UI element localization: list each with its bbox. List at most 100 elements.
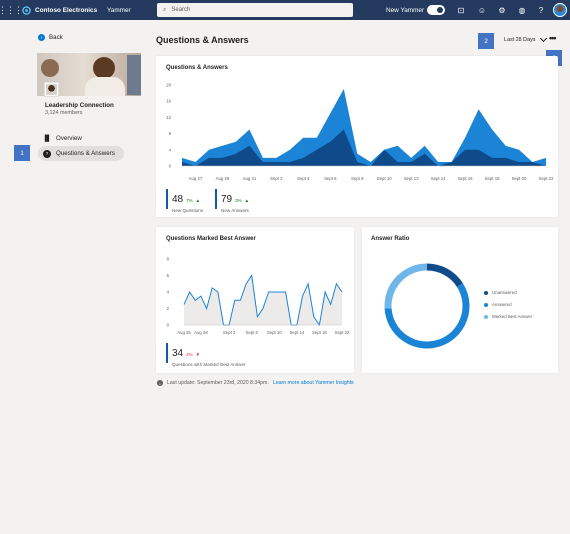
kpi-new-answers: 79 3% ▲ New Answers	[215, 189, 250, 213]
x-tick-label: Aug 25	[177, 330, 191, 335]
x-tick-label: Sept 20	[512, 176, 527, 181]
legend-dot	[484, 302, 488, 307]
donut-slice-answered	[384, 283, 470, 349]
globe-icon[interactable]: ◍	[516, 4, 528, 16]
kpi-label: New Answers	[221, 208, 249, 213]
group-name: Leadership Connection	[45, 102, 114, 109]
x-tick-label: Aug 28	[194, 330, 208, 335]
x-tick-label: Sept 12	[404, 176, 419, 181]
more-options-button[interactable]: •••	[549, 33, 557, 43]
y-tick-label: 4	[167, 290, 170, 295]
kpi-best-answers: 34 2% ▼ Questions with Marked Best Answer	[166, 343, 246, 367]
legend-marked-best: Marked Best Answer	[484, 314, 532, 319]
legend-unanswered: Unanswered	[484, 290, 517, 295]
footer: i Last update: September 23rd, 2020 8:34…	[157, 380, 354, 386]
contoso-logo-icon	[22, 5, 31, 15]
settings-icon[interactable]: ⚙	[496, 4, 508, 16]
y-tick-label: 4	[169, 147, 172, 152]
x-tick-label: Sept 2	[223, 330, 236, 335]
back-link[interactable]: ‹ Back	[38, 34, 63, 41]
x-tick-label: Sept 22	[335, 330, 350, 335]
x-tick-label: Sept 14	[289, 330, 304, 335]
brand-logo[interactable]: Contoso Electronics	[22, 0, 97, 20]
y-tick-label: 0	[169, 164, 172, 169]
legend-label: Unanswered	[492, 290, 517, 295]
nav-questions-answers[interactable]: ? Questions & Answers	[38, 146, 124, 161]
donut-slice-unanswered	[426, 263, 463, 288]
date-range-dropdown[interactable]: Last 28 Days	[504, 34, 548, 43]
y-tick-label: 8	[167, 257, 170, 262]
search-input[interactable]: Search	[171, 7, 190, 13]
brand-name: Contoso Electronics	[35, 6, 98, 14]
top-bar: ⋮⋮⋮ Contoso Electronics Yammer ⌕ Search …	[0, 0, 570, 20]
search-icon: ⌕	[163, 6, 167, 13]
learn-more-link[interactable]: Learn more about Yammer Insights	[273, 380, 354, 386]
y-tick-label: 2	[167, 306, 170, 311]
kpi-label: New Questions	[172, 208, 204, 213]
back-label: Back	[49, 34, 63, 41]
kpi-value: 48	[172, 194, 184, 205]
nav-overview[interactable]: ▐▌ Overview	[38, 131, 124, 146]
x-tick-label: Aug 27	[189, 176, 203, 181]
kpi-pct: 7%	[186, 198, 193, 203]
info-icon: i	[157, 380, 163, 386]
y-tick-label: 8	[169, 131, 172, 136]
group-members: 3,124 members	[45, 110, 83, 116]
x-tick-label: Sept 8	[351, 176, 364, 181]
x-tick-label: Sept 6	[324, 176, 337, 181]
emoji-icon[interactable]: ☺	[476, 4, 488, 16]
nav-qa-label: Questions & Answers	[56, 150, 115, 157]
kpi-pct: 3%	[235, 198, 242, 203]
kpi-new-questions: 48 7% ▲ New Questions	[166, 189, 203, 213]
group-avatar	[44, 82, 59, 97]
last-update-text: Last update: September 23rd, 2020 8:34pm…	[167, 380, 269, 386]
x-tick-label: Sept 10	[377, 176, 392, 181]
chevron-down-icon	[540, 34, 548, 43]
new-yammer-label: New Yammer	[386, 6, 425, 14]
x-tick-label: Sept 2	[270, 176, 283, 181]
legend-label: Answered	[492, 302, 512, 307]
page-title: Questions & Answers	[156, 35, 249, 45]
legend-dot	[484, 290, 488, 295]
y-tick-label: 6	[167, 273, 170, 278]
kpi-value: 34	[172, 348, 184, 359]
waffle-icon[interactable]: ⋮⋮⋮	[0, 0, 23, 20]
avatar[interactable]	[553, 3, 567, 17]
answer-ratio-card: Answer Ratio	[362, 227, 558, 373]
x-tick-label: Sept 22	[539, 176, 554, 181]
legend-label: Marked Best Answer	[492, 314, 533, 319]
donut-slice-marked-best-answer	[384, 263, 428, 309]
x-tick-label: Sept 18	[485, 176, 500, 181]
x-tick-label: Sept 16	[458, 176, 473, 181]
up-arrow-icon: ▲	[195, 198, 201, 203]
kpi-label: Questions with Marked Best Answer	[172, 362, 246, 367]
app-name[interactable]: Yammer	[107, 0, 131, 20]
y-tick-label: 12	[166, 115, 171, 120]
x-tick-label: Sept 10	[267, 330, 282, 335]
new-yammer-toggle[interactable]	[427, 5, 445, 15]
nav-overview-label: Overview	[56, 135, 82, 142]
legend-answered: Answered	[484, 302, 512, 307]
x-tick-label: Sept 4	[297, 176, 310, 181]
callout-1: 1	[14, 145, 30, 161]
date-range-label: Last 28 Days	[504, 37, 536, 43]
y-tick-label: 20	[166, 83, 171, 88]
kpi-pct: 2%	[186, 352, 193, 357]
callout-2: 2	[478, 33, 494, 49]
y-tick-label: 0	[167, 323, 170, 328]
up-arrow-icon: ▲	[244, 198, 250, 203]
kpi-value: 79	[221, 194, 233, 205]
x-tick-label: Sept 6	[245, 330, 258, 335]
answer-ratio-donut	[384, 263, 470, 349]
legend-dot	[484, 314, 488, 319]
megaphone-icon[interactable]: ⊡	[455, 4, 467, 16]
y-tick-label: 16	[166, 99, 171, 104]
question-icon: ?	[43, 149, 51, 158]
best-answer-card: Questions Marked Best Answer 0 2 4 6 8 Aug 25…	[156, 227, 354, 373]
qa-card: Questions & Answers 0 4 8 12 16 20 Aug 27 Aug 2…	[156, 56, 558, 217]
help-icon[interactable]: ?	[535, 4, 547, 16]
line-area-fill	[184, 275, 342, 325]
search-box[interactable]: ⌕ Search	[157, 3, 353, 17]
bar-chart-icon: ▐▌	[42, 135, 52, 142]
x-tick-label: Sept 14	[431, 176, 446, 181]
